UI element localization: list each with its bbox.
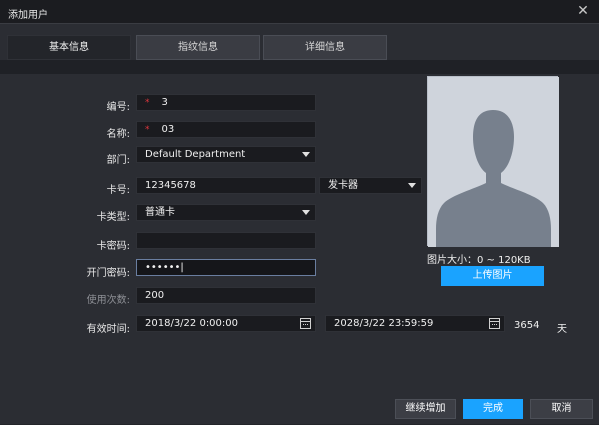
chevron-down-icon [302,210,310,215]
chevron-down-icon [408,183,416,188]
continue-add-button[interactable]: 继续增加 [395,399,456,419]
department-select[interactable]: Default Department [136,146,316,163]
tab-content-header [0,60,599,74]
photo-size-info: 图片大小：0 ~ 120KB [427,255,531,266]
title-bar: 添加用户 ✕ [0,0,599,24]
name-value: 03 [161,124,175,135]
tab-fingerprint-info[interactable]: 指纹信息 [136,35,260,60]
id-value: 3 [161,97,168,108]
upload-photo-button[interactable]: 上传图片 [441,266,544,286]
validity-days: 3654 [514,320,540,331]
card-type-select[interactable]: 普通卡 [136,204,316,221]
card-issuer-select[interactable]: 发卡器 [319,177,422,194]
card-number-value: 12345678 [145,180,196,191]
validity-days-unit: 天 [557,324,567,335]
card-number-field[interactable]: 12345678 [136,177,316,194]
validity-start-field[interactable]: 2018/3/22 0:00:00 [136,315,316,332]
door-password-value: •••••• [145,262,181,273]
name-label: 名称: [106,129,130,140]
door-password-field[interactable]: ••••••| [136,259,316,276]
required-mark: * [145,98,150,108]
done-button[interactable]: 完成 [463,399,523,419]
validity-start-value: 2018/3/22 0:00:00 [145,318,239,329]
required-mark: * [145,125,150,135]
card-type-value: 普通卡 [145,207,175,218]
door-password-label: 开门密码: [86,268,130,279]
card-type-label: 卡类型: [96,212,130,223]
validity-end-value: 2028/3/22 23:59:59 [334,318,434,329]
tab-detail-info[interactable]: 详细信息 [263,35,387,60]
photo-preview [427,76,559,247]
department-value: Default Department [145,149,246,160]
cancel-button[interactable]: 取消 [530,399,593,419]
name-field[interactable]: * 03 [136,121,316,138]
card-number-label: 卡号: [106,185,130,196]
close-icon[interactable]: ✕ [575,3,591,19]
validity-end-field[interactable]: 2028/3/22 23:59:59 [325,315,505,332]
calendar-icon[interactable] [489,318,500,329]
use-count-field[interactable]: 200 [136,287,316,304]
use-count-value: 200 [145,290,165,301]
department-label: 部门: [106,155,130,166]
id-label: 编号: [106,102,130,113]
use-count-label: 使用次数: [86,295,130,306]
card-issuer-value: 发卡器 [328,180,358,191]
chevron-down-icon [302,152,310,157]
tab-basic-info[interactable]: 基本信息 [7,35,131,60]
calendar-icon[interactable] [300,318,311,329]
user-silhouette-icon [428,77,559,247]
id-field[interactable]: * 3 [136,94,316,111]
dialog-title: 添加用户 [8,10,48,21]
card-password-field[interactable] [136,232,316,249]
validity-label: 有效时间: [86,324,130,335]
card-password-label: 卡密码: [96,241,130,252]
